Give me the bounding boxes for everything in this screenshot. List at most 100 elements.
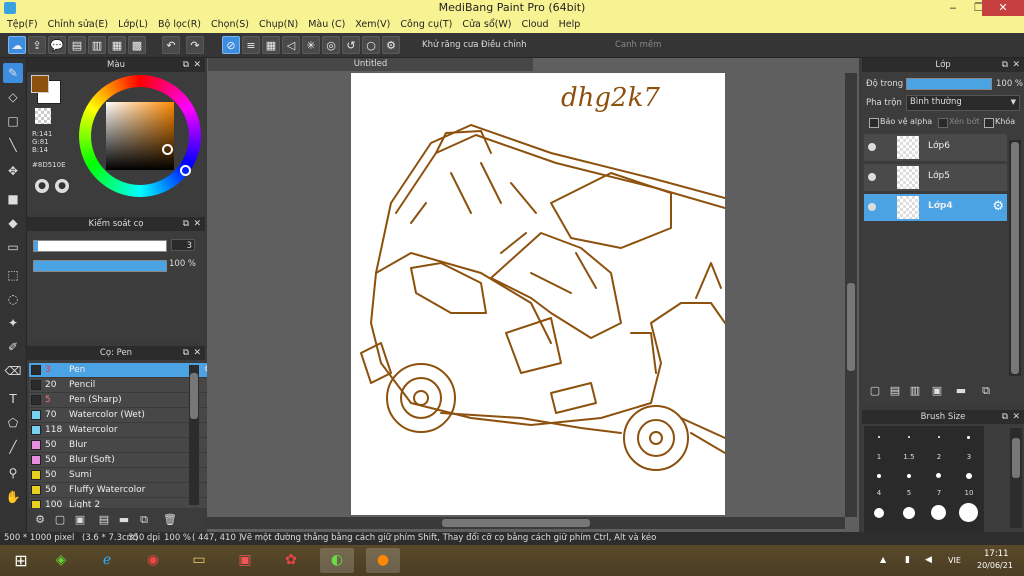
clock-time[interactable]: 17:11 (984, 549, 1009, 559)
grid-icon[interactable]: ▦ (108, 36, 126, 54)
duplicate-layer-icon[interactable]: ⧉ (978, 383, 994, 399)
layout-icon[interactable]: ▩ (128, 36, 146, 54)
scroll-thumb[interactable] (1012, 438, 1020, 478)
brush-size-slider[interactable] (33, 240, 167, 252)
snap-ellipse-icon[interactable]: ○ (362, 36, 380, 54)
size-dot[interactable] (903, 507, 915, 519)
layer-item[interactable]: Lớp4 ⚙ (864, 194, 1007, 222)
snap-vanish-icon[interactable]: ◁ (282, 36, 300, 54)
operation-tool-icon[interactable]: ⬠ (3, 413, 23, 433)
layer-add-dropdown-icon[interactable]: ▣ (929, 383, 945, 399)
chrome-icon[interactable]: ◉ (136, 548, 170, 573)
close-icon[interactable]: ✕ (1012, 58, 1020, 72)
page-icon[interactable]: ▥ (88, 36, 106, 54)
hand-tool-icon[interactable]: ✋ (3, 487, 23, 507)
menu-edit[interactable]: Chỉnh sửa(E) (43, 17, 114, 33)
palette-add-icon[interactable]: ● (55, 179, 69, 193)
layer-opacity-slider[interactable] (906, 78, 992, 90)
layer-item[interactable]: Lớp5 (864, 164, 1007, 192)
layer-item[interactable]: Lớp6 (864, 134, 1007, 162)
size-dot[interactable] (938, 436, 940, 438)
duplicate-brush-icon[interactable]: ⧉ (136, 512, 152, 528)
primary-color-swatch[interactable] (31, 75, 49, 93)
close-icon[interactable]: ✕ (1012, 410, 1020, 424)
saturation-box[interactable] (106, 102, 174, 170)
brush-add-dropdown-icon[interactable]: ▣ (72, 512, 88, 528)
menu-view[interactable]: Xem(V) (350, 17, 395, 33)
size-dot[interactable] (874, 508, 884, 518)
size-dot[interactable] (931, 505, 946, 520)
gear-icon[interactable]: ⚙ (992, 199, 1004, 214)
presentation-icon[interactable]: ▣ (228, 548, 262, 573)
scroll-thumb[interactable] (190, 373, 198, 419)
scroll-thumb[interactable] (847, 283, 855, 371)
brush-list-scrollbar[interactable] (189, 365, 199, 505)
shape-tool-icon[interactable]: ■ (3, 189, 23, 209)
hue-cursor[interactable] (180, 165, 191, 176)
scroll-thumb[interactable] (1011, 142, 1019, 374)
material-icon[interactable]: ▤ (68, 36, 86, 54)
fill-tool-icon[interactable]: ◆ (3, 213, 23, 233)
popout-icon[interactable]: ⧉ (183, 346, 189, 360)
close-button[interactable]: ✕ (982, 0, 1024, 16)
snap-circle-icon[interactable]: ◎ (322, 36, 340, 54)
transparent-swatch[interactable] (35, 108, 51, 124)
select-eraser-icon[interactable]: ⌫ (3, 361, 23, 381)
brush-item[interactable]: 70 Watercolor (Wet) (29, 408, 215, 423)
size-dot[interactable] (967, 436, 970, 439)
snap-curve-icon[interactable]: ↺ (342, 36, 360, 54)
brush-size-value[interactable]: 3 (171, 239, 195, 251)
palette-icon[interactable]: ● (35, 179, 49, 193)
menu-help[interactable]: Help (554, 17, 586, 33)
menu-filter[interactable]: Bộ lọc(R) (153, 17, 206, 33)
cloud-icon[interactable]: ☁ (8, 36, 26, 54)
menu-select[interactable]: Chọn(S) (206, 17, 254, 33)
snap-off-icon[interactable]: ⊘ (222, 36, 240, 54)
brush-item[interactable]: 50 Blur (29, 438, 215, 453)
chat-app-icon[interactable]: ✿ (274, 548, 308, 573)
menu-file[interactable]: Tệp(F) (2, 17, 43, 33)
divide-tool-icon[interactable]: ╱ (3, 437, 23, 457)
language-indicator[interactable]: VIE (948, 556, 961, 565)
new-8bit-layer-icon[interactable]: ▥ (907, 383, 923, 399)
clipping-checkbox[interactable] (938, 118, 948, 128)
size-dot[interactable] (966, 473, 972, 479)
brush-item[interactable]: 20 Pencil (29, 378, 215, 393)
windows-start-icon[interactable]: ⊞ (4, 548, 38, 573)
eyedropper-icon[interactable]: ⚲ (3, 463, 23, 483)
brush-item[interactable]: 50 Blur (Soft) (29, 453, 215, 468)
size-dot[interactable] (959, 503, 978, 522)
select-pen-icon[interactable]: ✐ (3, 337, 23, 357)
comment-icon[interactable]: 💬 (48, 36, 66, 54)
vertical-scrollbar[interactable] (845, 73, 857, 517)
brush-item[interactable]: 3Pen⚙ (29, 363, 215, 378)
new-layer-icon[interactable]: ▢ (867, 383, 883, 399)
visibility-icon[interactable] (868, 143, 876, 151)
brush-opacity-slider[interactable] (33, 260, 167, 272)
brush-size-grid[interactable]: 1 1.5 2 3 4 5 7 10 (864, 426, 984, 532)
popout-icon[interactable]: ⧉ (183, 58, 189, 72)
share-icon[interactable]: ⇪ (28, 36, 46, 54)
snap-settings-icon[interactable]: ⚙ (382, 36, 400, 54)
brush-folder-icon[interactable]: ▬ (116, 512, 132, 528)
text-tool-icon[interactable]: T (3, 389, 23, 409)
internet-explorer-icon[interactable]: ℯ (90, 548, 124, 573)
line-tool-icon[interactable]: ╲ (3, 135, 23, 155)
snap-cross-icon[interactable]: ▦ (262, 36, 280, 54)
layer-scrollbar[interactable] (1009, 140, 1021, 376)
popout-icon[interactable]: ⧉ (1002, 410, 1008, 424)
brush-size-scrollbar[interactable] (1010, 428, 1022, 528)
dot-tool-icon[interactable]: □ (3, 111, 23, 131)
size-dot[interactable] (907, 474, 911, 478)
menu-layer[interactable]: Lớp(L) (113, 17, 153, 33)
select-rect-icon[interactable]: ⬚ (3, 265, 23, 285)
lock-checkbox[interactable] (984, 118, 994, 128)
popout-icon[interactable]: ⧉ (1002, 58, 1008, 72)
new-halftone-layer-icon[interactable]: ▤ (887, 383, 903, 399)
network-icon[interactable]: ▮ (905, 555, 910, 565)
protect-alpha-checkbox[interactable] (869, 118, 879, 128)
visibility-icon[interactable] (868, 173, 876, 181)
close-icon[interactable]: ✕ (193, 217, 201, 231)
popout-icon[interactable]: ⧉ (183, 217, 189, 231)
document-tab[interactable]: Untitled (208, 58, 533, 71)
